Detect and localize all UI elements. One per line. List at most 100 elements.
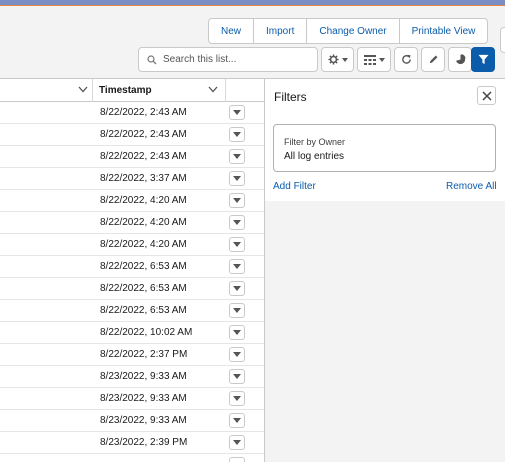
row-actions-button[interactable] [229,127,245,142]
table-row[interactable]: 8/22/2022, 6:53 AM [0,256,264,278]
change-owner-button[interactable]: Change Owner [307,19,400,43]
chart-icon [455,54,466,65]
chevron-down-icon[interactable] [78,86,88,93]
table-row[interactable]: 8/22/2022, 4:20 AM [0,190,264,212]
table-view-icon [363,54,376,65]
list-settings-button[interactable] [321,47,354,72]
row-actions-button[interactable] [229,193,245,208]
charts-button[interactable] [448,47,472,72]
column-header-label: Timestamp [99,85,152,96]
chevron-down-icon [233,220,241,225]
column-divider[interactable] [92,79,93,102]
chevron-down-icon [233,154,241,159]
table-row[interactable]: 8/22/2022, 2:43 AM [0,102,264,124]
chevron-down-icon [378,57,385,62]
row-actions-button[interactable] [229,171,245,186]
timestamp-cell: 8/22/2022, 2:43 AM [100,129,187,140]
table-row[interactable]: 8/22/2022, 4:20 AM [0,234,264,256]
chevron-down-icon [233,132,241,137]
chevron-down-icon [233,330,241,335]
search-box [138,47,318,72]
chevron-down-icon [233,396,241,401]
remove-all-link[interactable]: Remove All [446,181,497,192]
table-row[interactable]: 8/22/2022, 6:53 AM [0,278,264,300]
refresh-button[interactable] [394,47,418,72]
add-filter-link[interactable]: Add Filter [273,181,316,192]
table-row[interactable]: 8/22/2022, 2:37 PM [0,344,264,366]
search-input[interactable] [163,54,303,65]
close-filters-button[interactable] [477,86,496,105]
row-actions-button[interactable] [229,457,245,462]
timestamp-cell: 8/22/2022, 6:53 AM [100,305,187,316]
chevron-down-icon [341,57,348,62]
filter-icon [477,54,489,65]
row-actions-button[interactable] [229,303,245,318]
chevron-down-icon[interactable] [208,86,218,93]
row-actions-button[interactable] [229,435,245,450]
filters-panel: Filters Filter by Owner All log entries … [264,79,505,462]
table-row[interactable]: 8/23/2022, 9:33 AM [0,388,264,410]
chevron-down-icon [233,110,241,115]
column-header[interactable] [0,79,92,102]
import-button[interactable]: Import [254,19,308,43]
row-actions-button[interactable] [229,281,245,296]
timestamp-cell: 8/22/2022, 6:53 AM [100,283,187,294]
row-actions-button[interactable] [229,413,245,428]
chevron-down-icon [233,308,241,313]
table-row[interactable]: 8/22/2022, 2:43 AM [0,124,264,146]
overflow-button[interactable] [500,27,505,53]
row-actions-button[interactable] [229,215,245,230]
column-header-timestamp[interactable]: Timestamp [99,79,225,102]
chevron-down-icon [233,352,241,357]
chevron-down-icon [233,374,241,379]
column-divider[interactable] [225,79,226,102]
filters-panel-body: Filters Filter by Owner All log entries … [265,79,505,201]
row-actions-button[interactable] [229,105,245,120]
timestamp-cell: 8/22/2022, 2:43 AM [100,107,187,118]
chevron-down-icon [233,264,241,269]
table-row[interactable]: 8/22/2022, 2:43 AM [0,146,264,168]
row-actions-button[interactable] [229,237,245,252]
row-actions-button[interactable] [229,391,245,406]
timestamp-cell: 8/22/2022, 4:20 AM [100,217,187,228]
chevron-down-icon [233,286,241,291]
close-icon [481,90,492,101]
timestamp-cell: 8/22/2022, 2:37 PM [100,349,188,360]
row-actions-button[interactable] [229,149,245,164]
action-button-group: New Import Change Owner Printable View [208,18,489,44]
pencil-icon [429,55,437,64]
timestamp-cell: 8/22/2022, 10:02 AM [100,327,193,338]
table-row[interactable]: 8/22/2022, 3:37 AM [0,168,264,190]
timestamp-cell: 8/23/2022, 2:39 PM [100,437,188,448]
table-row[interactable] [0,454,264,462]
timestamp-cell: 8/22/2022, 2:43 AM [100,151,187,162]
chevron-down-icon [233,242,241,247]
filter-by-owner-card[interactable]: Filter by Owner All log entries [273,124,496,172]
table-row[interactable]: 8/23/2022, 9:33 AM [0,410,264,432]
table-row[interactable]: 8/22/2022, 10:02 AM [0,322,264,344]
timestamp-cell: 8/22/2022, 4:20 AM [100,195,187,206]
refresh-icon [401,54,411,64]
table-row[interactable]: 8/22/2022, 4:20 AM [0,212,264,234]
chevron-down-icon [233,418,241,423]
chevron-down-icon [233,198,241,203]
row-actions-button[interactable] [229,325,245,340]
list-view-header: New Import Change Owner Printable View [0,6,505,79]
row-actions-button[interactable] [229,259,245,274]
table-row[interactable]: 8/22/2022, 6:53 AM [0,300,264,322]
row-actions-button[interactable] [229,369,245,384]
table-row[interactable]: 8/23/2022, 2:39 PM [0,432,264,454]
filters-button[interactable] [471,47,495,72]
filter-value: All log entries [284,151,345,162]
table-row[interactable]: 8/23/2022, 9:33 AM [0,366,264,388]
display-as-button[interactable] [357,47,391,72]
table-header: Timestamp [0,79,264,102]
timestamp-cell: 8/22/2022, 4:20 AM [100,239,187,250]
timestamp-cell: 8/23/2022, 9:33 AM [100,415,187,426]
edit-list-button[interactable] [421,47,445,72]
new-button[interactable]: New [209,19,255,43]
row-actions-button[interactable] [229,347,245,362]
gear-icon [327,54,339,65]
printable-view-button[interactable]: Printable View [400,19,488,43]
timestamp-cell: 8/22/2022, 6:53 AM [100,261,187,272]
